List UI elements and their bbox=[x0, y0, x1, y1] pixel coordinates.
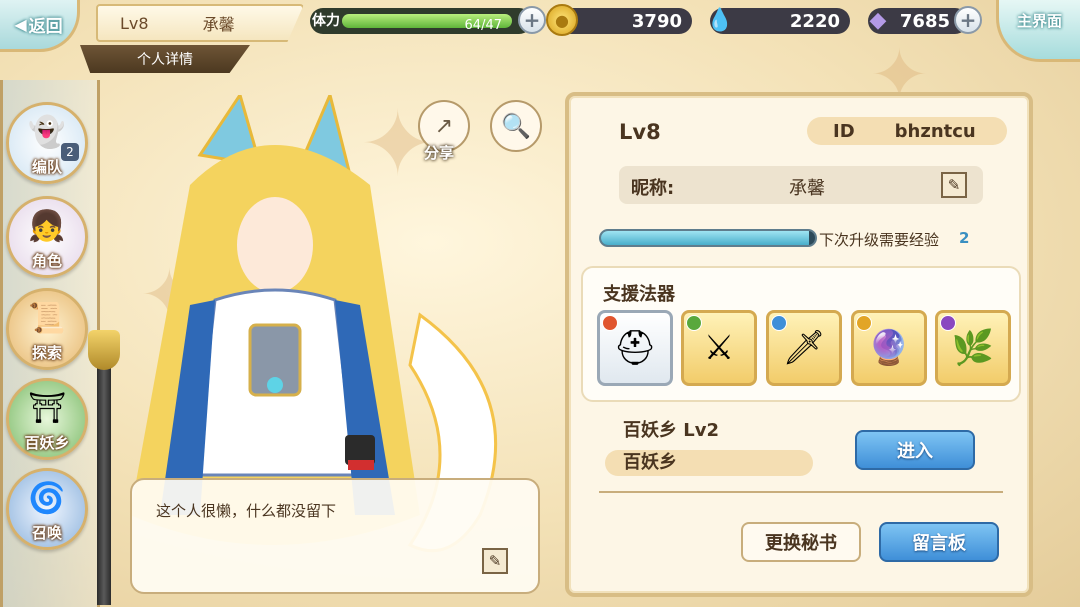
nav-item-label: 召唤 bbox=[31, 524, 62, 542]
bio-box: 这个人很懒，什么都没留下 ✎ bbox=[130, 478, 540, 594]
nav-item-label: 编队 bbox=[31, 158, 62, 176]
village-icon: ⛩ bbox=[27, 391, 67, 426]
nav-item-village[interactable]: ⛩ 百妖乡 bbox=[6, 378, 88, 460]
village-level-label: 百妖乡 Lv2 bbox=[623, 420, 719, 441]
zoom-button[interactable]: 🔍 bbox=[490, 100, 542, 152]
nav-item-label: 探索 bbox=[31, 344, 62, 362]
back-button[interactable]: ◀ 返回 bbox=[0, 0, 80, 52]
enter-label: 进入 bbox=[897, 441, 933, 462]
crystal-counter: ◆ 7685 + bbox=[868, 6, 982, 34]
change-secretary-button[interactable]: 更换秘书 bbox=[741, 522, 861, 562]
blue-flame-icon: 💧 bbox=[706, 7, 734, 33]
artifact-slot-1[interactable]: ⛑ bbox=[597, 310, 673, 386]
element-fire-icon bbox=[602, 315, 618, 331]
share-label: 分享 bbox=[424, 144, 455, 162]
nav-item-team[interactable]: 👻 2 编队 bbox=[6, 102, 88, 184]
user-plate: Lv8 承馨 bbox=[96, 4, 304, 42]
gold-coin-icon: ● bbox=[546, 4, 578, 36]
message-board-label: 留言板 bbox=[912, 533, 966, 554]
nav-item-summon[interactable]: 🌀 召唤 bbox=[6, 468, 88, 550]
artifact-orb-icon: 🔮 bbox=[867, 328, 911, 368]
share-icon: ↗ bbox=[434, 113, 454, 139]
crystal-icon: ◆ bbox=[869, 7, 887, 33]
exp-label: 下次升级需要经验 bbox=[819, 231, 940, 249]
id-label: ID bbox=[833, 120, 855, 142]
element-light-icon bbox=[856, 315, 872, 331]
artifact-helmet-icon: ⛑ bbox=[613, 328, 657, 368]
player-id: ID bhzntcu bbox=[807, 117, 1007, 145]
stamina-label: 体力 bbox=[312, 13, 340, 29]
nav-item-label: 百妖乡 bbox=[24, 434, 70, 452]
gem-counter: 💧 2220 bbox=[706, 8, 850, 34]
personal-details-tab: 个人详情 bbox=[80, 45, 250, 73]
element-dark-icon bbox=[940, 315, 956, 331]
crystal-value: 7685 bbox=[899, 10, 950, 32]
artifact-crossbow-icon: ⚔ bbox=[703, 328, 735, 368]
staff-shaft bbox=[97, 345, 111, 605]
nickname-label: 昵称: bbox=[631, 178, 675, 199]
exp-bar bbox=[599, 229, 817, 247]
profile-panel: Lv8 ID bhzntcu 昵称: 承馨 ✎ 下次升级需要经验 2 支援法器 … bbox=[565, 92, 1033, 597]
id-value: bhzntcu bbox=[894, 120, 976, 142]
element-wind-icon bbox=[686, 315, 702, 331]
summon-icon: 🌀 bbox=[28, 481, 66, 516]
explore-icon: 📜 bbox=[28, 301, 66, 336]
enter-village-button[interactable]: 进入 bbox=[855, 430, 975, 470]
edit-nickname-icon[interactable]: ✎ bbox=[941, 172, 967, 198]
element-water-icon bbox=[771, 315, 787, 331]
stamina-value: 64/47 bbox=[464, 18, 502, 33]
artifact-slot-2[interactable]: ⚔ bbox=[681, 310, 757, 386]
artifacts-title: 支援法器 bbox=[603, 284, 675, 305]
add-crystal-button[interactable]: + bbox=[954, 6, 982, 34]
magnifier-icon: 🔍 bbox=[501, 112, 531, 140]
team-icon: 👻 bbox=[28, 115, 66, 150]
nickname-value: 承馨 bbox=[789, 178, 825, 199]
user-level: Lv8 bbox=[120, 13, 149, 33]
back-arrow-icon: ◀ bbox=[14, 15, 27, 34]
home-label: 主界面 bbox=[1016, 12, 1062, 30]
team-badge: 2 bbox=[61, 143, 79, 161]
message-board-button[interactable]: 留言板 bbox=[879, 522, 999, 562]
nickname-row: 昵称: 承馨 ✎ bbox=[619, 166, 983, 204]
artifact-blade-icon: 🗡 bbox=[782, 328, 826, 368]
nav-item-label: 角色 bbox=[31, 252, 62, 270]
profile-level: Lv8 bbox=[619, 120, 661, 144]
change-secretary-label: 更换秘书 bbox=[765, 533, 837, 554]
artifact-slot-3[interactable]: 🗡 bbox=[766, 310, 842, 386]
user-name: 承馨 bbox=[202, 15, 235, 34]
gem-value: 2220 bbox=[789, 10, 840, 32]
nav-item-character[interactable]: 👧 角色 bbox=[6, 196, 88, 278]
exp-fill bbox=[601, 231, 809, 245]
artifact-pot-icon: 🌿 bbox=[951, 328, 995, 368]
artifact-slot-4[interactable]: 🔮 bbox=[851, 310, 927, 386]
personal-details-label: 个人详情 bbox=[137, 52, 193, 68]
character-icon: 👧 bbox=[28, 209, 66, 244]
nav-item-explore[interactable]: 📜 探索 bbox=[6, 288, 88, 370]
exp-value: 2 bbox=[959, 229, 970, 247]
staff-head bbox=[88, 330, 120, 370]
divider bbox=[599, 491, 1003, 493]
back-label: 返回 bbox=[28, 17, 63, 37]
support-artifacts: 支援法器 ⛑ ⚔ 🗡 🔮 🌿 bbox=[581, 266, 1021, 402]
bio-text: 这个人很懒，什么都没留下 bbox=[156, 502, 337, 520]
artifact-slot-5[interactable]: 🌿 bbox=[935, 310, 1011, 386]
home-button[interactable]: 主界面 bbox=[996, 0, 1080, 62]
stamina-bar: 体力 64/47 + bbox=[310, 6, 546, 34]
gold-value: 3790 bbox=[631, 10, 682, 32]
edit-bio-icon[interactable]: ✎ bbox=[482, 548, 508, 574]
add-stamina-button[interactable]: + bbox=[518, 6, 546, 34]
gold-counter: ● 3790 bbox=[546, 4, 692, 36]
village-name: 百妖乡 bbox=[605, 450, 813, 476]
